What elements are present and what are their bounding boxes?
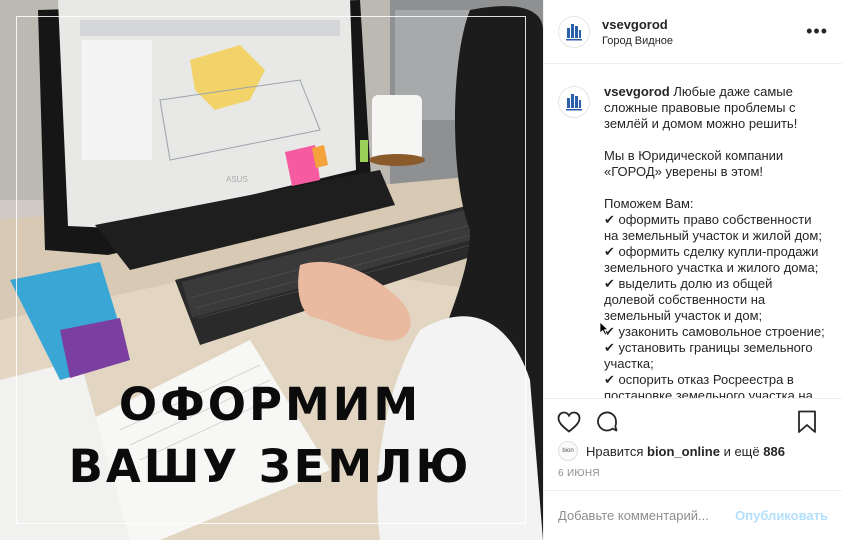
caption-line: ✔ оспорить отказ Росреестра в постановке…: [604, 372, 813, 398]
caption-line: ✔ оформить право собственности на земель…: [604, 212, 822, 243]
company-logo-icon: [566, 94, 582, 111]
comment-bubble-icon[interactable]: [594, 409, 620, 435]
post-side-panel: vsevgorod Город Видное ••• vsevgorod Люб…: [543, 0, 842, 540]
likes-prefix: Нравится: [586, 443, 644, 459]
post-location[interactable]: Город Видное: [602, 35, 673, 47]
caption-avatar[interactable]: [558, 86, 590, 118]
liker-avatar[interactable]: bion: [558, 441, 578, 461]
caption-area: vsevgorod Любые даже самые сложные право…: [544, 64, 842, 398]
caption-line: Мы в Юридической компании «ГОРОД» уверен…: [604, 148, 784, 179]
heart-icon[interactable]: [556, 409, 582, 435]
post-image[interactable]: ASUS ОФОРМИМ ВАШУ ЗЕМЛЮ: [0, 0, 543, 540]
likes-suffix: и ещё: [723, 443, 760, 459]
caption-line: ✔ оформить сделку купли-продажи земельно…: [604, 244, 819, 275]
caption-username[interactable]: vsevgorod: [604, 84, 670, 99]
post-date[interactable]: 6 ИЮНЯ: [558, 468, 600, 479]
caption-text: vsevgorod Любые даже самые сложные право…: [604, 84, 826, 398]
likes-summary: bion Нравится bion_online и ещё 886: [558, 441, 785, 461]
caption-line: ✔ установить границы земельного участка;: [604, 340, 813, 371]
post-username[interactable]: vsevgorod: [602, 17, 673, 32]
action-bar: [544, 398, 842, 444]
image-headline-line1: ОФОРМИМ: [118, 378, 422, 431]
svg-text:ASUS: ASUS: [226, 175, 248, 184]
comment-box: Опубликовать: [544, 490, 842, 540]
publish-button[interactable]: Опубликовать: [735, 508, 828, 523]
ellipsis-icon[interactable]: •••: [806, 22, 828, 40]
likes-count[interactable]: 886: [763, 444, 785, 459]
caption-line: ✔ выделить долю из общей долевой собстве…: [604, 276, 773, 323]
comment-input[interactable]: [558, 508, 736, 523]
caption-line: Поможем Вам:: [604, 196, 694, 211]
mouse-cursor-icon: [599, 321, 609, 336]
image-headline-line2: ВАШУ ЗЕМЛЮ: [68, 440, 472, 493]
company-logo-icon: [566, 23, 582, 40]
avatar[interactable]: [558, 15, 590, 48]
post-header: vsevgorod Город Видное •••: [544, 0, 842, 64]
likes-user[interactable]: bion_online: [647, 444, 720, 459]
caption-line: ✔ узаконить самовольное строение;: [604, 324, 825, 339]
bookmark-icon[interactable]: [794, 409, 820, 435]
